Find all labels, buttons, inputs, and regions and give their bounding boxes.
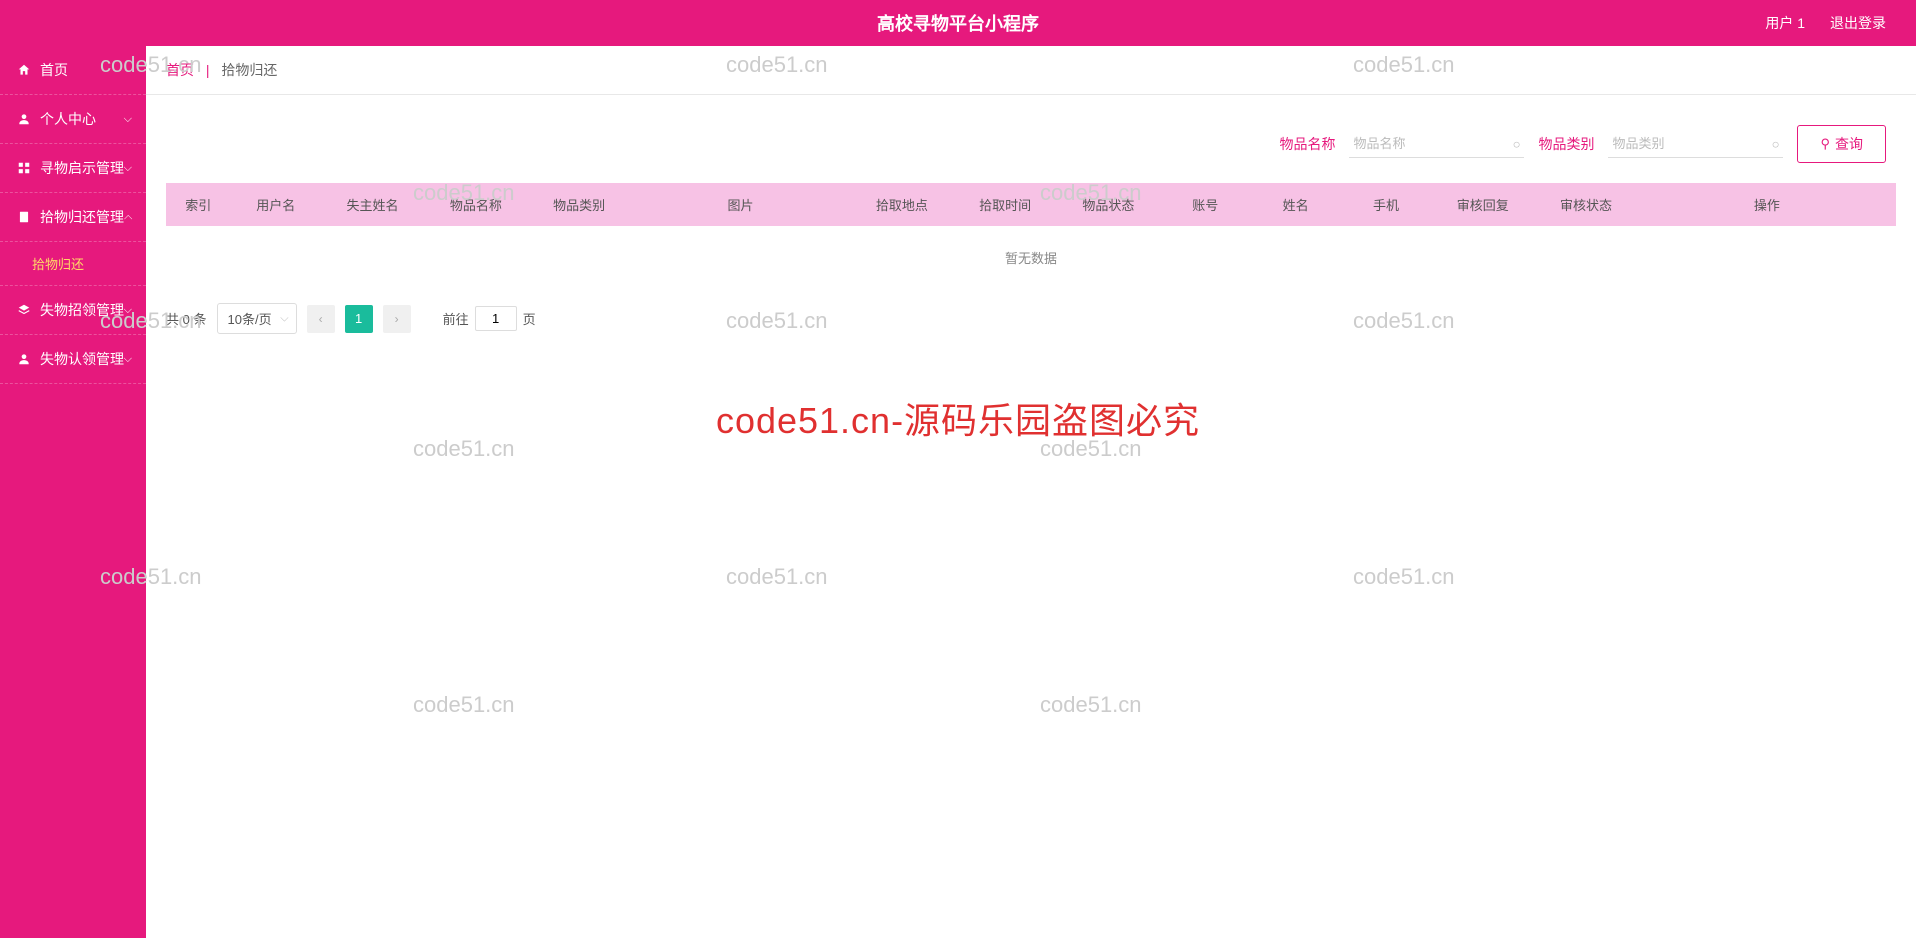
- search-input-name[interactable]: [1349, 130, 1524, 157]
- chevron-down-icon: ⌵: [124, 353, 132, 366]
- sidebar-item-label: 拾物归还管理: [40, 207, 124, 227]
- breadcrumb-separator: |: [206, 62, 210, 78]
- table-header: 索引用户名失主姓名物品名称物品类别图片拾取地点拾取时间物品状态账号姓名手机审核回…: [166, 183, 1896, 226]
- table-column-header: 失主姓名: [321, 183, 424, 226]
- table-column-header: 审核状态: [1534, 183, 1637, 226]
- table-column-header: 物品状态: [1057, 183, 1160, 226]
- table-container: 索引用户名失主姓名物品名称物品类别图片拾取地点拾取时间物品状态账号姓名手机审核回…: [166, 183, 1896, 289]
- table-column-header: 物品名称: [424, 183, 527, 226]
- page-goto-input[interactable]: [475, 306, 517, 331]
- search-label-name: 物品名称: [1279, 134, 1335, 154]
- sidebar-item-label: 寻物启示管理: [40, 158, 124, 178]
- search-icon: ⚲: [1820, 136, 1830, 152]
- chevron-down-icon: ⌵: [124, 113, 132, 126]
- search-bar: 物品名称 ○ 物品类别 ○ ⚲ 查询: [146, 95, 1916, 183]
- layers-icon: [16, 302, 32, 318]
- app-header: 高校寻物平台小程序 用户 1 退出登录: [0, 0, 1916, 46]
- page-size-select[interactable]: 10条/页: [217, 303, 297, 334]
- table-column-header: 用户名: [231, 183, 321, 226]
- logout-link[interactable]: 退出登录: [1830, 13, 1886, 33]
- sidebar-subitem-label: 拾物归还: [32, 257, 84, 272]
- table-column-header: 拾取地点: [850, 183, 953, 226]
- user-label[interactable]: 用户 1: [1765, 13, 1805, 33]
- sidebar: 首页 个人中心 ⌵ 寻物启示管理 ⌵ 拾物归还管理 ⌵ 拾物归还 失物招领管理 …: [0, 46, 146, 938]
- table-column-header: 图片: [631, 183, 850, 226]
- search-label-category: 物品类别: [1538, 134, 1594, 154]
- sidebar-item-label: 失物招领管理: [40, 300, 124, 320]
- page-total: 共 0 条: [166, 309, 207, 328]
- user-icon: [16, 351, 32, 367]
- page-next-button[interactable]: ›: [383, 305, 411, 333]
- app-title: 高校寻物平台小程序: [877, 10, 1039, 36]
- pagination: 共 0 条 10条/页 ‹ 1 › 前往 页: [146, 289, 1916, 348]
- search-icon: ○: [1772, 136, 1780, 151]
- search-input-category-wrap: ○: [1608, 130, 1783, 158]
- sidebar-item-label: 失物认领管理: [40, 349, 124, 369]
- table-column-header: 审核回复: [1431, 183, 1534, 226]
- sidebar-item-claim[interactable]: 失物认领管理 ⌵: [0, 335, 146, 384]
- search-icon: ○: [1513, 136, 1521, 151]
- table-column-header: 物品类别: [527, 183, 630, 226]
- grid-icon: [16, 160, 32, 176]
- user-icon: [16, 111, 32, 127]
- sidebar-item-label: 个人中心: [40, 109, 96, 129]
- breadcrumb-current: 拾物归还: [221, 62, 277, 78]
- chevron-down-icon: ⌵: [124, 304, 132, 317]
- chevron-up-icon: ⌵: [124, 211, 132, 224]
- search-button-label: 查询: [1835, 134, 1863, 154]
- home-icon: [16, 62, 32, 78]
- table-empty-message: 暂无数据: [166, 226, 1896, 289]
- search-input-category[interactable]: [1608, 130, 1783, 157]
- doc-icon: [16, 209, 32, 225]
- header-actions: 用户 1 退出登录: [1765, 13, 1886, 33]
- page-prev-button[interactable]: ‹: [307, 305, 335, 333]
- search-input-name-wrap: ○: [1349, 130, 1524, 158]
- data-table: 索引用户名失主姓名物品名称物品类别图片拾取地点拾取时间物品状态账号姓名手机审核回…: [166, 183, 1896, 289]
- sidebar-item-label: 首页: [40, 60, 68, 80]
- search-button[interactable]: ⚲ 查询: [1797, 125, 1886, 163]
- page-goto: 前往 页: [443, 306, 536, 331]
- sidebar-item-return[interactable]: 拾物归还管理 ⌵: [0, 193, 146, 242]
- table-column-header: 索引: [166, 183, 231, 226]
- sidebar-item-home[interactable]: 首页: [0, 46, 146, 95]
- main-content: 首页 | 拾物归还 物品名称 ○ 物品类别 ○ ⚲ 查询 索引用户名失主: [146, 46, 1916, 938]
- chevron-down-icon: ⌵: [124, 162, 132, 175]
- breadcrumb-home[interactable]: 首页: [166, 62, 194, 78]
- breadcrumb: 首页 | 拾物归还: [146, 46, 1916, 95]
- table-column-header: 手机: [1341, 183, 1431, 226]
- table-column-header: 账号: [1160, 183, 1250, 226]
- table-column-header: 操作: [1638, 183, 1896, 226]
- sidebar-subitem-return[interactable]: 拾物归还: [0, 242, 146, 286]
- table-column-header: 拾取时间: [954, 183, 1057, 226]
- sidebar-item-profile[interactable]: 个人中心 ⌵: [0, 95, 146, 144]
- sidebar-item-found[interactable]: 失物招领管理 ⌵: [0, 286, 146, 335]
- sidebar-item-lost-notice[interactable]: 寻物启示管理 ⌵: [0, 144, 146, 193]
- page-number-current[interactable]: 1: [345, 305, 373, 333]
- table-column-header: 姓名: [1250, 183, 1340, 226]
